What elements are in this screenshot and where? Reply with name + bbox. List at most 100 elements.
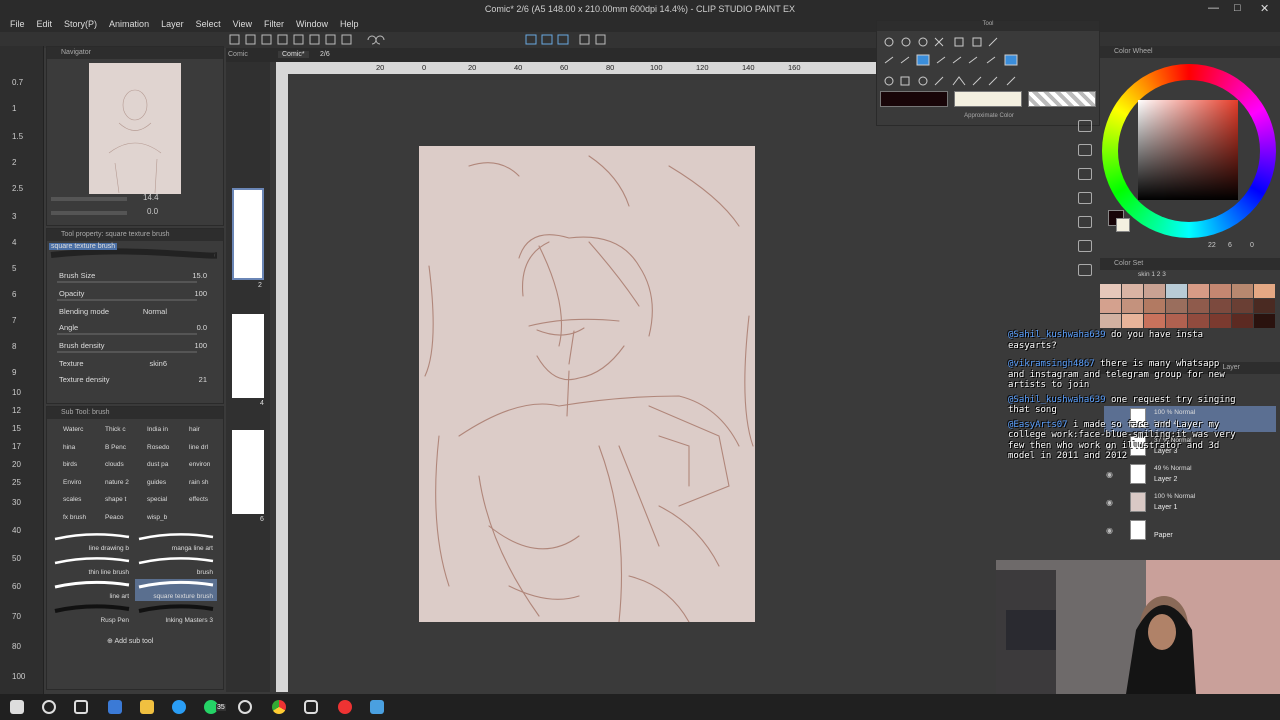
size-70[interactable]: 70 bbox=[12, 612, 21, 621]
sub-view-icon[interactable] bbox=[1078, 240, 1092, 252]
eye-icon[interactable]: ◉ bbox=[1106, 470, 1113, 479]
navigator-icon[interactable] bbox=[1078, 144, 1092, 156]
color-swatch[interactable] bbox=[1100, 284, 1121, 298]
sub-tool-item[interactable]: wisp_b bbox=[135, 511, 179, 525]
menu-view[interactable]: View bbox=[227, 18, 258, 32]
sub-tool-item[interactable]: scales bbox=[51, 493, 95, 507]
color-history-icon[interactable] bbox=[1078, 216, 1092, 228]
size-3[interactable]: 3 bbox=[12, 212, 16, 221]
search-icon[interactable] bbox=[42, 700, 56, 714]
chrome-icon[interactable] bbox=[272, 700, 286, 714]
sub-tool-item[interactable]: Rosedo bbox=[135, 441, 179, 455]
close-icon[interactable] bbox=[1078, 120, 1092, 132]
slider[interactable] bbox=[57, 299, 197, 301]
windows-start-icon[interactable] bbox=[10, 700, 24, 714]
tab-comic[interactable]: Comic bbox=[228, 51, 248, 58]
eye-icon[interactable]: ◉ bbox=[1106, 526, 1113, 535]
size-8[interactable]: 8 bbox=[12, 342, 16, 351]
menu-edit[interactable]: Edit bbox=[31, 18, 59, 32]
size-80[interactable]: 80 bbox=[12, 642, 21, 651]
task-view-icon[interactable] bbox=[74, 700, 88, 714]
color-swatch[interactable] bbox=[1144, 284, 1165, 298]
auto-action-icon[interactable] bbox=[1078, 264, 1092, 276]
command-bar-icons[interactable] bbox=[226, 32, 846, 48]
color-swatch[interactable] bbox=[1100, 299, 1121, 313]
eye-icon[interactable]: ◉ bbox=[1106, 498, 1113, 507]
opacity-row[interactable]: Opacity 100 bbox=[57, 289, 217, 301]
sub-tool-item[interactable]: nature 2 bbox=[93, 476, 137, 490]
rotate-slider[interactable] bbox=[51, 211, 127, 215]
color-swatch[interactable] bbox=[1166, 299, 1187, 313]
page-thumb-4[interactable] bbox=[232, 314, 264, 398]
size-10[interactable]: 10 bbox=[12, 388, 21, 397]
sub-tool-item[interactable]: clouds bbox=[93, 458, 137, 472]
color-swatch[interactable] bbox=[1122, 299, 1143, 313]
color-swatch[interactable] bbox=[1188, 314, 1209, 328]
sub-tool-item[interactable]: line drl bbox=[177, 441, 221, 455]
color-swatch[interactable] bbox=[1188, 299, 1209, 313]
add-sub-tool-button[interactable]: ⊕ Add sub tool bbox=[107, 637, 153, 645]
menu-window[interactable]: Window bbox=[290, 18, 334, 32]
sub-tool-item[interactable]: B Penc bbox=[93, 441, 137, 455]
sub-color-swatch[interactable] bbox=[954, 91, 1022, 107]
sub-tool-item[interactable]: environ bbox=[177, 458, 221, 472]
color-swatch[interactable] bbox=[1210, 299, 1231, 313]
tool-icons-row3[interactable] bbox=[877, 73, 1101, 93]
brush-line-art[interactable]: line art bbox=[51, 579, 133, 601]
texture-density-row[interactable]: Texture density 21 bbox=[57, 375, 217, 387]
color-swatch[interactable] bbox=[1100, 314, 1121, 328]
color-swatch[interactable] bbox=[1232, 284, 1253, 298]
file-explorer-icon[interactable] bbox=[140, 700, 154, 714]
wheel-sub-color[interactable] bbox=[1116, 218, 1130, 232]
sub-tool-item[interactable]: Thick c bbox=[93, 423, 137, 437]
color-swatch[interactable] bbox=[1166, 314, 1187, 328]
sub-tool-item[interactable]: Peaco bbox=[93, 511, 137, 525]
layer-row[interactable]: ◉ 100 % Normal Layer 1 bbox=[1104, 490, 1276, 516]
value[interactable]: Normal bbox=[143, 307, 167, 316]
size-4[interactable]: 4 bbox=[12, 238, 16, 247]
size-60[interactable]: 60 bbox=[12, 582, 21, 591]
steam-icon[interactable] bbox=[304, 700, 318, 714]
sub-tool-item[interactable]: Waterc bbox=[51, 423, 95, 437]
transparent-color-swatch[interactable] bbox=[1028, 91, 1096, 107]
sub-tool-item[interactable]: special bbox=[135, 493, 179, 507]
brush-thin-line[interactable]: thin line brush bbox=[51, 555, 133, 577]
sub-tool-item[interactable]: India in bbox=[135, 423, 179, 437]
color-swatch[interactable] bbox=[1144, 314, 1165, 328]
size-9[interactable]: 9 bbox=[12, 368, 16, 377]
size-2[interactable]: 2 bbox=[12, 158, 16, 167]
sub-tool-item[interactable]: shape t bbox=[93, 493, 137, 507]
brush-rusp-pen[interactable]: Rusp Pen bbox=[51, 603, 133, 625]
color-set-tab[interactable]: Color Set bbox=[1100, 258, 1280, 270]
obs-icon[interactable] bbox=[238, 700, 252, 714]
blending-mode-row[interactable]: Blending mode Normal bbox=[57, 307, 217, 319]
material-icon[interactable] bbox=[1078, 192, 1092, 204]
color-swatch[interactable] bbox=[1210, 314, 1231, 328]
sub-tool-item[interactable]: dust pa bbox=[135, 458, 179, 472]
sub-tool-item[interactable]: rain sh bbox=[177, 476, 221, 490]
recording-icon[interactable] bbox=[338, 700, 352, 714]
sub-tool-item[interactable]: fx brush bbox=[51, 511, 95, 525]
menu-layer[interactable]: Layer bbox=[155, 18, 190, 32]
brush-square-texture[interactable]: square texture brush bbox=[135, 579, 217, 601]
brush-manga-line-art[interactable]: manga line art bbox=[135, 531, 217, 553]
size-15[interactable]: 15 bbox=[12, 424, 21, 433]
sub-tool-item[interactable]: hair bbox=[177, 423, 221, 437]
main-color-swatch[interactable] bbox=[880, 91, 948, 107]
layer-row-paper[interactable]: ◉ Paper bbox=[1104, 518, 1276, 544]
navigator-tab[interactable]: Navigator bbox=[47, 47, 223, 59]
size-30[interactable]: 30 bbox=[12, 498, 21, 507]
color-swatch[interactable] bbox=[1254, 314, 1275, 328]
slider[interactable] bbox=[57, 351, 197, 353]
saturation-value-square[interactable] bbox=[1138, 100, 1238, 200]
brush-density-row[interactable]: Brush density 100 bbox=[57, 341, 217, 353]
store-icon[interactable] bbox=[108, 700, 122, 714]
size-7[interactable]: 7 bbox=[12, 316, 16, 325]
color-swatch[interactable] bbox=[1188, 284, 1209, 298]
menu-help[interactable]: Help bbox=[334, 18, 365, 32]
minimize-button[interactable]: — bbox=[1208, 2, 1219, 14]
layer-property-icon[interactable] bbox=[1078, 168, 1092, 180]
value[interactable]: skin6 bbox=[149, 359, 167, 368]
size-2-5[interactable]: 2.5 bbox=[12, 184, 23, 193]
close-button[interactable]: ✕ bbox=[1260, 2, 1269, 15]
